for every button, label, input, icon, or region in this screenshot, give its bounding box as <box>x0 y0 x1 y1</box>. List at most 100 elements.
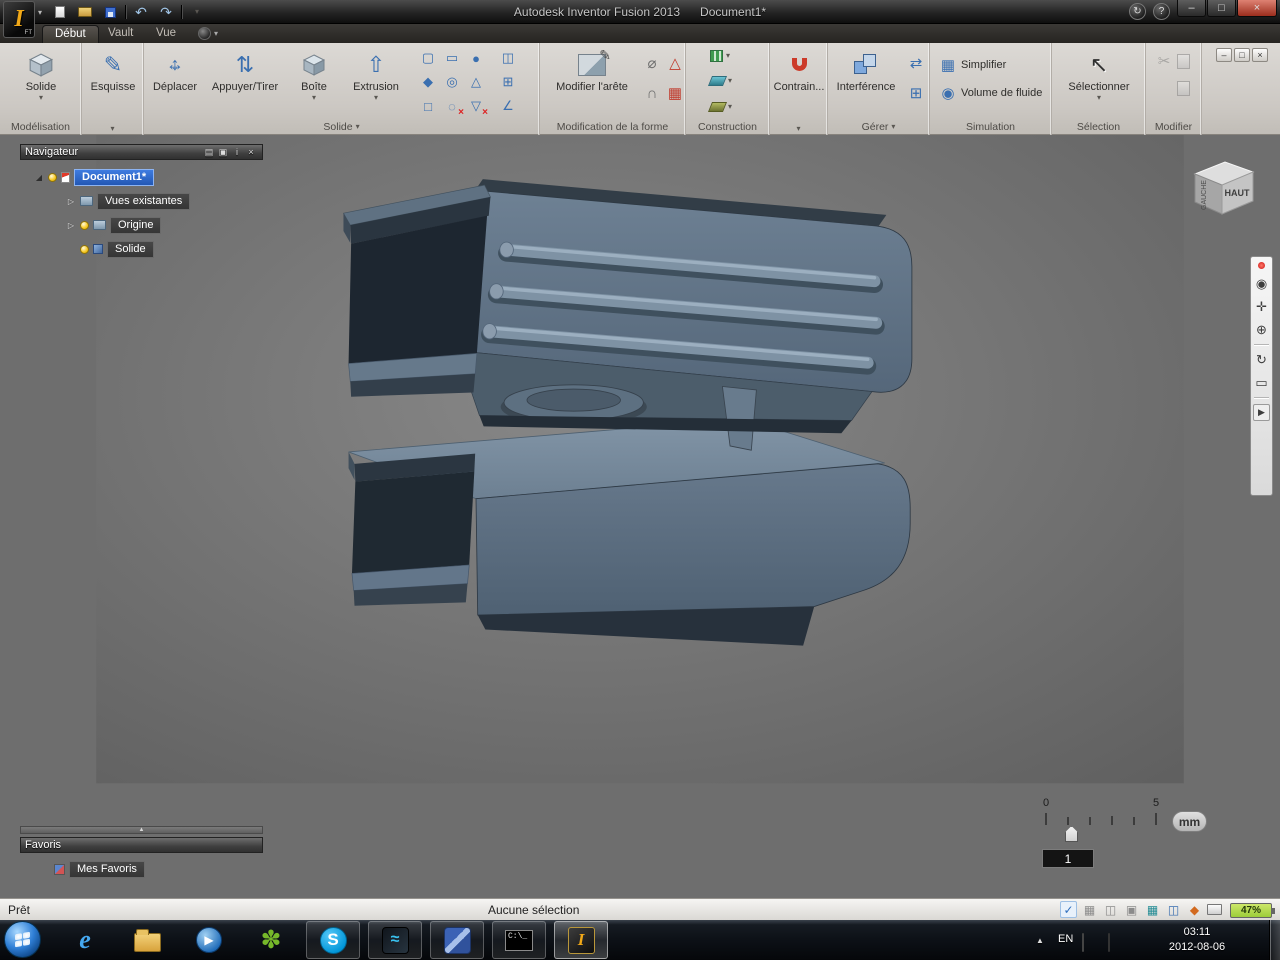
orbit-button[interactable]: ↻ <box>1253 351 1270 368</box>
volume-fluide-button[interactable]: ◉ Volume de fluide <box>938 83 1042 103</box>
scale-slider-handle[interactable] <box>1065 826 1078 842</box>
primitive-wedge-button[interactable]: △ <box>464 70 488 94</box>
extrusion-button[interactable]: ⇧ Extrusion ▾ <box>344 46 408 102</box>
taskbar-ie[interactable]: e <box>58 921 112 959</box>
chevron-down-icon[interactable]: ▾ <box>728 77 732 85</box>
axis-icon[interactable] <box>710 50 723 62</box>
tree-item-solide[interactable]: Solide <box>80 240 154 258</box>
unit-button[interactable]: mm <box>1172 811 1207 832</box>
copy-button[interactable] <box>1177 81 1190 96</box>
swap-tool-button[interactable]: ⇄ <box>906 53 926 73</box>
tab-debut[interactable]: Début <box>42 25 99 43</box>
language-indicator[interactable]: EN <box>1058 933 1073 945</box>
tree-label-vues[interactable]: Vues existantes <box>97 193 190 210</box>
chevron-down-icon[interactable]: ▾ <box>728 103 732 111</box>
primitive-plate-button[interactable]: □ <box>416 94 440 118</box>
save-button[interactable] <box>100 3 120 21</box>
taskbar-green-app[interactable]: ✽ <box>244 921 298 959</box>
group-label-modelisation[interactable]: Modélisation <box>0 121 81 133</box>
visibility-bulb-icon[interactable] <box>80 221 89 230</box>
maximize-button[interactable]: □ <box>1207 0 1236 17</box>
zoom-button[interactable]: ⊕ <box>1253 321 1270 338</box>
modifier-arete-button[interactable]: ✎ Modifier l'arête <box>544 46 640 94</box>
lock-toggle-icon[interactable]: ▣ <box>1123 901 1140 918</box>
draft-tool-button[interactable]: △ <box>665 53 685 73</box>
cut-button[interactable]: ✂ <box>1154 51 1174 71</box>
record-icon[interactable] <box>1253 261 1270 269</box>
view-cube[interactable]: HAUT GAUCHE <box>1186 153 1260 221</box>
boite-button[interactable]: Boîte ▾ <box>286 46 342 102</box>
group-flyout-esquisse[interactable]: ▾ <box>82 125 143 133</box>
group-label-modifier[interactable]: Modifier <box>1146 121 1201 133</box>
navigation-wheel-button[interactable]: ◉ <box>1253 275 1270 292</box>
new-file-button[interactable] <box>50 3 70 21</box>
group-label-solide[interactable]: Solide▾ <box>144 121 539 133</box>
help-button[interactable]: ? <box>1153 3 1170 20</box>
visibility-bulb-icon[interactable] <box>80 245 89 254</box>
material-icon[interactable]: ◆ <box>1186 901 1203 918</box>
taskbar-media-app[interactable]: ≈ <box>368 921 422 959</box>
network-icon[interactable] <box>1108 934 1110 952</box>
info-icon[interactable]: i <box>230 146 244 159</box>
expander-open-icon[interactable]: ◢ <box>34 173 44 182</box>
taskbar-skype[interactable]: S <box>306 921 360 959</box>
workpoint-icon[interactable] <box>708 102 727 112</box>
undo-button[interactable]: ↶ <box>131 3 151 21</box>
group-label-construction[interactable]: Construction <box>686 121 769 133</box>
doc-close-button[interactable]: × <box>1252 48 1268 62</box>
interference-button[interactable]: Interférence <box>830 46 902 94</box>
scale-value-input[interactable]: 1 <box>1042 849 1094 868</box>
mes-favoris-label[interactable]: Mes Favoris <box>69 861 145 878</box>
primitive-cone-button[interactable]: ◆ <box>416 70 440 94</box>
group-label-simulation[interactable]: Simulation <box>930 121 1051 133</box>
view-mode-icon[interactable]: ◫ <box>1165 901 1182 918</box>
tab-vault[interactable]: Vault <box>96 25 145 43</box>
grid-toggle-icon[interactable]: ▦ <box>1081 901 1098 918</box>
open-file-button[interactable] <box>75 3 95 21</box>
paste-button[interactable] <box>1177 54 1190 69</box>
list-view-icon[interactable]: ▤ <box>202 146 216 159</box>
selection-filter-icon[interactable]: ✓ <box>1060 901 1077 918</box>
chevron-down-icon[interactable]: ▾ <box>726 52 730 60</box>
primitive-torus-button[interactable]: ◎ <box>440 70 464 94</box>
workplane-icon[interactable] <box>708 76 727 86</box>
tree-label-document[interactable]: Document1* <box>74 169 154 186</box>
app-menu-chevron-icon[interactable]: ▾ <box>38 8 42 17</box>
pan-button[interactable]: ✛ <box>1253 298 1270 315</box>
simplifier-button[interactable]: ▦ Simplifier <box>938 55 1006 75</box>
primitive-box-button[interactable]: ▢ <box>416 46 440 70</box>
primitive-sphere-button[interactable]: ● <box>464 46 488 70</box>
tray-expand-icon[interactable]: ▲ <box>1036 936 1044 945</box>
split-tool-button[interactable]: ◫ <box>496 46 520 70</box>
navigator-header[interactable]: Navigateur ▤ ▣ i × <box>20 144 263 160</box>
visibility-bulb-icon[interactable] <box>48 173 57 182</box>
delete-body-button[interactable]: ▽× <box>464 94 488 118</box>
tree-label-origine[interactable]: Origine <box>110 217 161 234</box>
tree-item-origine[interactable]: ▷ Origine <box>66 216 161 234</box>
deplacer-button[interactable]: ↔↕ Déplacer <box>146 46 204 94</box>
tree-item-vues[interactable]: ▷ Vues existantes <box>66 192 190 210</box>
redo-button[interactable]: ↷ <box>156 3 176 21</box>
delete-face-button[interactable]: ◌× <box>440 94 464 118</box>
display-mode-icon[interactable]: ▦ <box>1144 901 1161 918</box>
esquisse-button[interactable]: ✎ Esquisse <box>84 46 142 94</box>
look-at-button[interactable]: ▭ <box>1253 374 1270 391</box>
close-button[interactable]: × <box>1237 0 1277 17</box>
face-replace-button[interactable]: ▦ <box>665 83 685 103</box>
taskbar-cmd[interactable]: C:\_ <box>492 921 546 959</box>
minimize-button[interactable]: – <box>1177 0 1206 17</box>
tree-label-solide[interactable]: Solide <box>107 241 154 258</box>
communication-center-button[interactable]: ↻ <box>1129 3 1146 20</box>
application-menu-button[interactable]: I FT <box>3 1 35 38</box>
close-icon[interactable]: × <box>244 146 258 159</box>
show-desktop-button[interactable] <box>1269 920 1280 960</box>
pattern-tool-button[interactable]: ⊞ <box>496 70 520 94</box>
mes-favoris-item[interactable]: Mes Favoris <box>54 860 145 878</box>
panels-icon[interactable]: ▣ <box>216 146 230 159</box>
taskbar-explorer[interactable] <box>120 921 174 959</box>
tab-vue[interactable]: Vue <box>144 25 188 43</box>
expander-closed-icon[interactable]: ▷ <box>66 221 76 230</box>
walkthrough-button[interactable]: ▶ <box>1253 404 1270 421</box>
diameter-tool-button[interactable]: ⌀ <box>642 53 662 73</box>
taskbar-media-player[interactable]: ▶ <box>182 921 236 959</box>
